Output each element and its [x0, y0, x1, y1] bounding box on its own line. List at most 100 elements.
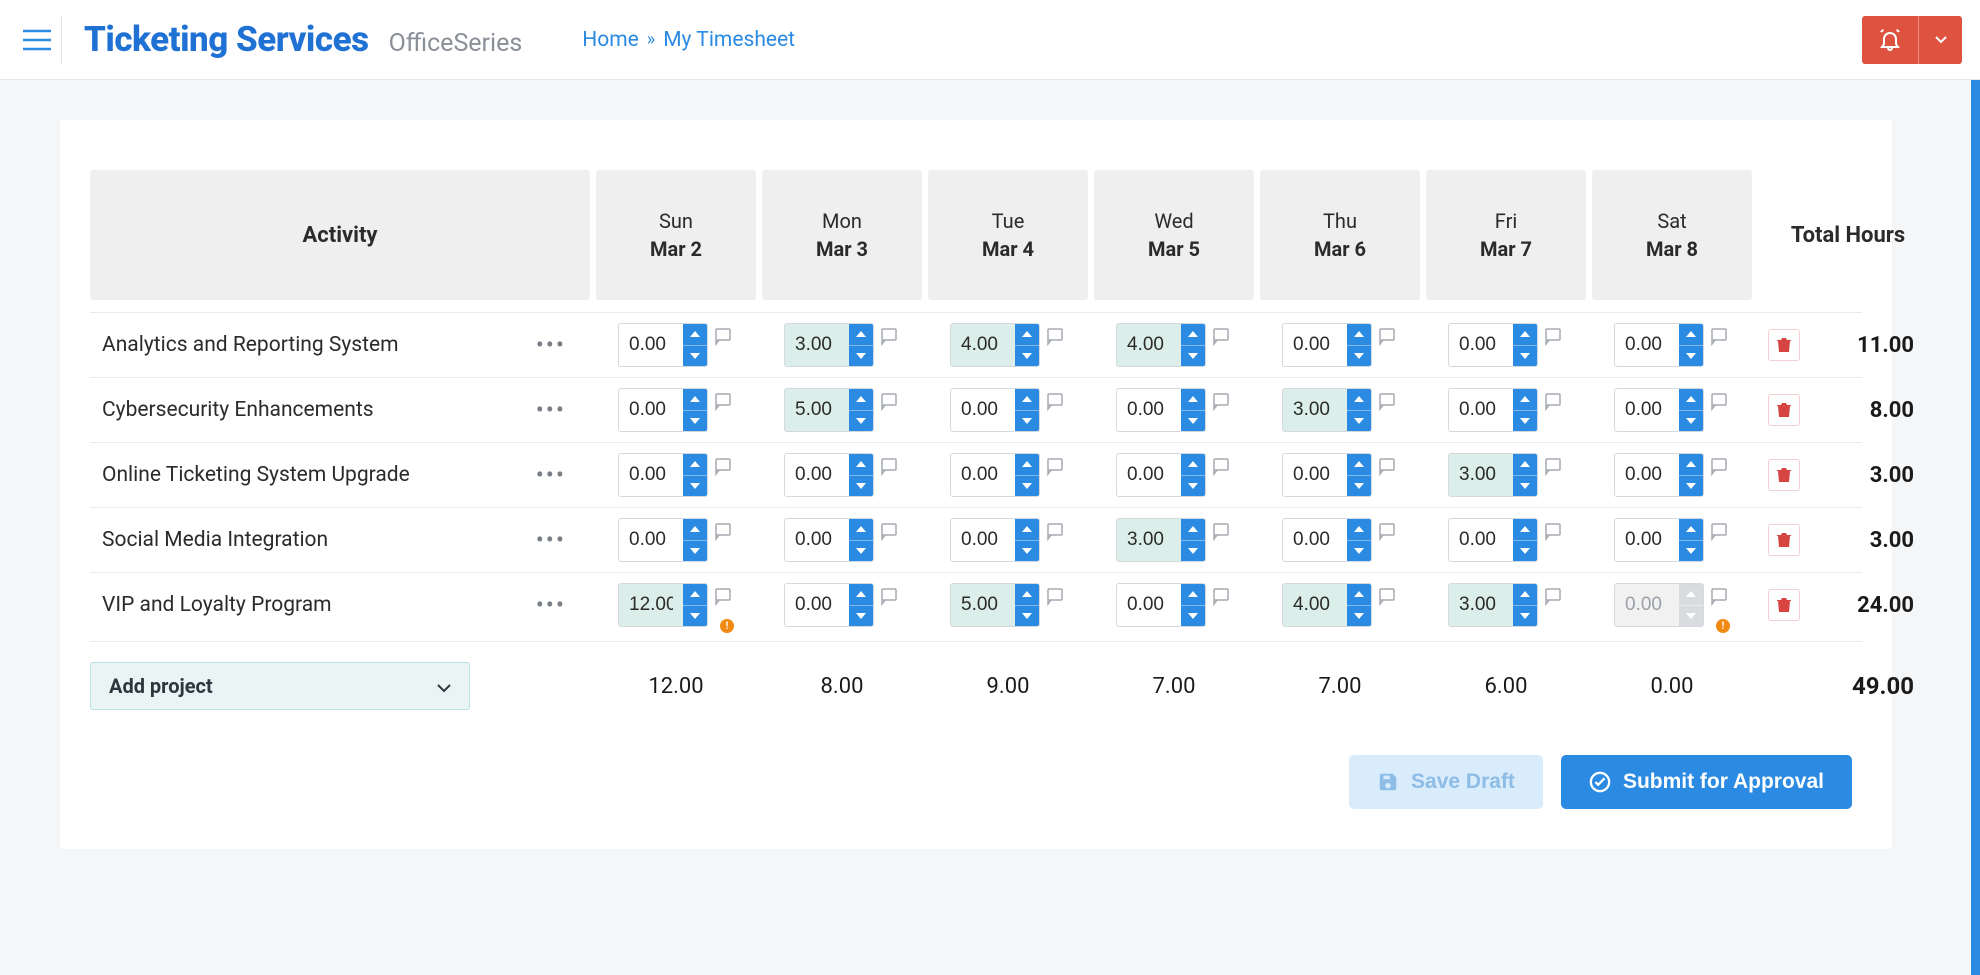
hours-input[interactable]	[1283, 454, 1347, 496]
note-icon[interactable]	[714, 521, 734, 541]
note-icon[interactable]	[880, 391, 900, 411]
row-menu-icon[interactable]: •••	[530, 325, 572, 365]
chevron-down-icon[interactable]	[1015, 540, 1039, 561]
chevron-down-icon[interactable]	[849, 605, 873, 626]
chevron-down-icon[interactable]	[1513, 605, 1537, 626]
hours-stepper[interactable]	[1448, 583, 1538, 627]
note-icon[interactable]	[1212, 456, 1232, 476]
chevron-up-icon[interactable]	[1679, 454, 1703, 475]
chevron-down-icon[interactable]	[1513, 410, 1537, 431]
hours-input[interactable]	[1449, 584, 1513, 626]
chevron-up-icon[interactable]	[1347, 519, 1371, 540]
delete-row-button[interactable]	[1768, 459, 1800, 491]
hours-input[interactable]	[785, 454, 849, 496]
add-project-dropdown[interactable]: Add project	[90, 662, 470, 710]
note-icon[interactable]	[1046, 586, 1066, 606]
chevron-down-icon[interactable]	[1015, 605, 1039, 626]
row-menu-icon[interactable]: •••	[530, 585, 572, 625]
note-icon[interactable]	[1212, 586, 1232, 606]
hours-input[interactable]	[1449, 454, 1513, 496]
hours-stepper[interactable]	[618, 583, 708, 627]
note-icon[interactable]	[880, 456, 900, 476]
chevron-up-icon[interactable]	[1513, 519, 1537, 540]
hours-stepper[interactable]	[1448, 323, 1538, 367]
chevron-up-icon[interactable]	[1015, 389, 1039, 410]
hours-input[interactable]	[1117, 519, 1181, 561]
note-icon[interactable]	[714, 391, 734, 411]
chevron-down-icon[interactable]	[849, 345, 873, 366]
hours-stepper[interactable]	[1282, 583, 1372, 627]
note-icon[interactable]	[714, 456, 734, 476]
chevron-up-icon[interactable]	[1181, 324, 1205, 345]
note-icon[interactable]	[1046, 391, 1066, 411]
chevron-down-icon[interactable]	[1347, 605, 1371, 626]
hours-input[interactable]	[785, 389, 849, 431]
delete-row-button[interactable]	[1768, 589, 1800, 621]
chevron-down-icon[interactable]	[1513, 540, 1537, 561]
hours-input[interactable]	[1283, 519, 1347, 561]
hours-stepper[interactable]	[1116, 453, 1206, 497]
note-icon[interactable]	[1544, 521, 1564, 541]
chevron-up-icon[interactable]	[1015, 584, 1039, 605]
note-icon[interactable]	[1212, 391, 1232, 411]
hours-input[interactable]	[1615, 519, 1679, 561]
hours-stepper[interactable]	[1282, 453, 1372, 497]
chevron-down-icon[interactable]	[683, 475, 707, 496]
chevron-down-icon[interactable]	[1513, 345, 1537, 366]
hours-stepper[interactable]	[950, 388, 1040, 432]
chevron-down-icon[interactable]	[1679, 410, 1703, 431]
hours-input[interactable]	[951, 519, 1015, 561]
chevron-up-icon[interactable]	[849, 389, 873, 410]
chevron-up-icon[interactable]	[1513, 389, 1537, 410]
hours-input[interactable]	[1283, 584, 1347, 626]
note-icon[interactable]	[1710, 326, 1730, 346]
note-icon[interactable]	[1710, 456, 1730, 476]
hours-stepper[interactable]	[1282, 518, 1372, 562]
chevron-up-icon[interactable]	[1015, 454, 1039, 475]
chevron-up-icon[interactable]	[849, 454, 873, 475]
chevron-down-icon[interactable]	[1181, 475, 1205, 496]
hours-stepper[interactable]	[950, 453, 1040, 497]
row-menu-icon[interactable]: •••	[530, 455, 572, 495]
hours-stepper[interactable]	[1116, 583, 1206, 627]
chevron-down-icon[interactable]	[1679, 345, 1703, 366]
note-icon[interactable]	[714, 326, 734, 346]
hours-input[interactable]	[1117, 454, 1181, 496]
chevron-down-icon[interactable]	[849, 540, 873, 561]
row-menu-icon[interactable]: •••	[530, 520, 572, 560]
note-icon[interactable]	[880, 326, 900, 346]
chevron-up-icon[interactable]	[1181, 519, 1205, 540]
hours-input[interactable]	[1117, 389, 1181, 431]
hours-input[interactable]	[785, 519, 849, 561]
chevron-up-icon[interactable]	[683, 454, 707, 475]
note-icon[interactable]	[1710, 391, 1730, 411]
hours-stepper[interactable]	[784, 323, 874, 367]
hours-stepper[interactable]	[1614, 388, 1704, 432]
chevron-down-icon[interactable]	[1015, 410, 1039, 431]
hours-stepper[interactable]	[950, 583, 1040, 627]
hours-stepper[interactable]	[1116, 518, 1206, 562]
note-icon[interactable]	[1212, 326, 1232, 346]
chevron-down-icon[interactable]	[849, 475, 873, 496]
save-draft-button[interactable]: Save Draft	[1349, 755, 1543, 809]
hours-input[interactable]	[951, 324, 1015, 366]
chevron-up-icon[interactable]	[1347, 454, 1371, 475]
hours-input[interactable]	[619, 584, 683, 626]
chevron-down-icon[interactable]	[1181, 345, 1205, 366]
hours-stepper[interactable]	[618, 518, 708, 562]
hours-stepper[interactable]	[784, 453, 874, 497]
hours-stepper[interactable]	[1448, 388, 1538, 432]
chevron-down-icon[interactable]	[1181, 410, 1205, 431]
notification-bell-icon[interactable]	[1862, 16, 1918, 64]
chevron-up-icon[interactable]	[1513, 324, 1537, 345]
note-icon[interactable]	[1212, 521, 1232, 541]
hours-input[interactable]	[951, 454, 1015, 496]
chevron-down-icon[interactable]	[1347, 475, 1371, 496]
chevron-up-icon[interactable]	[1513, 454, 1537, 475]
hours-input[interactable]	[1117, 584, 1181, 626]
chevron-up-icon[interactable]	[683, 519, 707, 540]
delete-row-button[interactable]	[1768, 524, 1800, 556]
chevron-up-icon[interactable]	[1679, 519, 1703, 540]
note-icon[interactable]	[714, 586, 734, 606]
hours-input[interactable]	[619, 454, 683, 496]
